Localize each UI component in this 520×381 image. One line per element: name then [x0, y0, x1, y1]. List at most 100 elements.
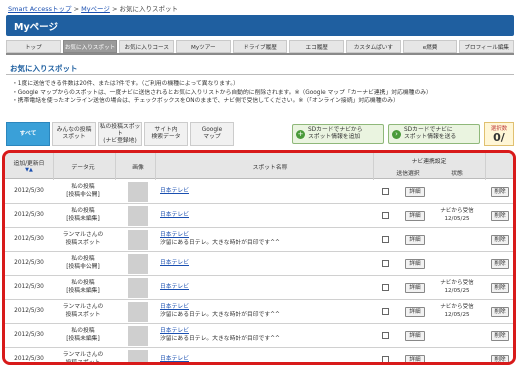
- row-source: 私の投稿 [投稿未編集]: [55, 208, 111, 223]
- spot-thumbnail[interactable]: [128, 230, 148, 250]
- filter-google-maps[interactable]: Google マップ: [190, 122, 234, 146]
- spot-name-link[interactable]: 日本テレビ: [160, 260, 365, 268]
- row-source-owner: ランマルさんの: [62, 232, 104, 238]
- sd-add-label: SDカードでナビから スポット情報を追加: [308, 127, 363, 140]
- spot-thumbnail[interactable]: [128, 350, 148, 362]
- row-spot-name: 日本テレビ 汐留にある日テレ。大きな時計が目印です^^: [160, 304, 365, 319]
- filter-my-posts[interactable]: 私の投稿スポット (ナビ登録地): [98, 122, 142, 146]
- detail-button[interactable]: 詳細: [405, 283, 425, 293]
- delete-button[interactable]: 削除: [491, 283, 509, 293]
- spot-thumbnail[interactable]: [128, 182, 148, 202]
- delete-button[interactable]: 削除: [491, 259, 509, 269]
- filter-all[interactable]: すべて: [6, 122, 50, 146]
- send-checkbox[interactable]: [382, 308, 389, 315]
- delete-button[interactable]: 削除: [491, 331, 509, 341]
- row-spot-name: 日本テレビ 汐留にある日テレ。大きな時計が目印です^^: [160, 232, 365, 247]
- breadcrumb-home-link[interactable]: Smart Accessトップ: [8, 5, 71, 13]
- sd-add-button[interactable]: + SDカードでナビから スポット情報を追加: [292, 124, 384, 144]
- delete-button[interactable]: 削除: [491, 307, 509, 317]
- tab-drive-history[interactable]: ドライブ履歴: [232, 40, 288, 53]
- detail-button[interactable]: 詳細: [405, 355, 425, 362]
- table-row: 2012/5/30 私の投稿 [投稿非公開] 日本テレビ 詳細 削除: [5, 180, 513, 204]
- status-date: 12/05/25: [444, 311, 470, 318]
- filter-site-search[interactable]: サイト内 検索データ: [144, 122, 188, 146]
- row-date: 2012/5/30: [14, 236, 44, 242]
- row-source: 私の投稿 [投稿非公開]: [55, 184, 111, 199]
- row-source: 私の投稿 [投稿非公開]: [55, 256, 111, 271]
- row-status: ナビから受信 12/05/25: [435, 304, 479, 319]
- header-date: 追加/更新日: [13, 161, 45, 167]
- spot-thumbnail[interactable]: [128, 302, 148, 322]
- row-spot-name: 日本テレビ: [160, 356, 365, 362]
- row-source-type: 投稿スポット: [65, 359, 101, 365]
- row-spot-name: 日本テレビ: [160, 188, 365, 196]
- detail-button[interactable]: 詳細: [405, 235, 425, 245]
- row-source-type: [投稿非公開]: [66, 263, 100, 270]
- tab-e-nenpi[interactable]: e燃費: [402, 40, 458, 53]
- table-row: 2012/5/30 ランマルさんの 投稿スポット 日本テレビ 汐留にある日テレ。大きな時…: [5, 300, 513, 324]
- detail-button[interactable]: 詳細: [405, 259, 425, 269]
- row-source: ランマルさんの 投稿スポット: [55, 232, 111, 247]
- table-row: 2012/5/30 私の投稿 [投稿非公開] 日本テレビ 詳細 削除: [5, 252, 513, 276]
- tab-top[interactable]: トップ: [6, 40, 61, 53]
- send-checkbox[interactable]: [382, 284, 389, 291]
- detail-button[interactable]: 詳細: [405, 331, 425, 341]
- row-source-type: 投稿スポット: [65, 239, 101, 246]
- table-header: 追加/更新日 ▼▲ データ元 画像 スポット名称 ナビ連携設定 送信選択 状態: [5, 153, 513, 179]
- sd-send-button[interactable]: › SDカードでナビに スポット情報を送る: [388, 124, 480, 144]
- row-source-owner: ランマルさんの: [62, 352, 104, 358]
- breadcrumb: Smart Accessトップ > Myページ > お気に入りスポット: [8, 3, 178, 13]
- row-source: 私の投稿 [投稿未編集]: [55, 280, 111, 295]
- status-date: 12/05/25: [444, 287, 470, 294]
- send-checkbox[interactable]: [382, 332, 389, 339]
- delete-button[interactable]: 削除: [491, 211, 509, 221]
- sort-icon[interactable]: ▼▲: [9, 167, 49, 173]
- row-date: 2012/5/30: [14, 308, 44, 314]
- selected-count-box: 選択数 0/: [484, 122, 514, 146]
- breadcrumb-separator: >: [73, 5, 80, 13]
- send-checkbox[interactable]: [382, 260, 389, 267]
- detail-button[interactable]: 詳細: [405, 187, 425, 197]
- tab-favorite-spots[interactable]: お気に入りスポット: [62, 40, 118, 53]
- tab-favorite-courses[interactable]: お気に入りコース: [119, 40, 175, 53]
- spot-thumbnail[interactable]: [128, 326, 148, 346]
- header-status: 状態: [451, 171, 463, 177]
- row-spot-name: 日本テレビ: [160, 212, 365, 220]
- row-spot-name: 日本テレビ: [160, 284, 365, 292]
- row-spot-name: 日本テレビ: [160, 260, 365, 268]
- notice-item: ・1度に送信できる件数は20件、または?件です。（ご利用の機種によって異なります…: [12, 81, 239, 87]
- spot-thumbnail[interactable]: [128, 278, 148, 298]
- send-checkbox[interactable]: [382, 236, 389, 243]
- row-date: 2012/5/30: [14, 188, 44, 194]
- spot-name-link[interactable]: 日本テレビ: [160, 356, 365, 362]
- delete-button[interactable]: 削除: [491, 187, 509, 197]
- row-source-type: [投稿未編集]: [66, 215, 100, 222]
- tab-profile-edit[interactable]: プロフィール編集: [459, 40, 515, 53]
- delete-button[interactable]: 削除: [491, 355, 509, 362]
- row-source-owner: ランマルさんの: [62, 304, 104, 310]
- table-row: 2012/5/30 ランマルさんの 投稿スポット 日本テレビ 汐留にある日テレ。大きな時…: [5, 228, 513, 252]
- spot-name-link[interactable]: 日本テレビ: [160, 304, 365, 312]
- spot-thumbnail[interactable]: [128, 206, 148, 226]
- spot-name-link[interactable]: 日本テレビ: [160, 328, 365, 336]
- spot-name-link[interactable]: 日本テレビ: [160, 232, 365, 240]
- send-checkbox[interactable]: [382, 212, 389, 219]
- detail-button[interactable]: 詳細: [405, 211, 425, 221]
- spot-thumbnail[interactable]: [128, 254, 148, 274]
- send-checkbox[interactable]: [382, 356, 389, 362]
- table-row: 2012/5/30 私の投稿 [投稿未編集] 日本テレビ 汐留にある日テレ。大きな時計が…: [5, 324, 513, 348]
- send-checkbox[interactable]: [382, 188, 389, 195]
- delete-button[interactable]: 削除: [491, 235, 509, 245]
- detail-button[interactable]: 詳細: [405, 307, 425, 317]
- breadcrumb-mypage-link[interactable]: Myページ: [81, 5, 110, 13]
- tab-custom[interactable]: カスタムぱいす: [346, 40, 401, 53]
- filter-public-posts[interactable]: みんなの投稿 スポット: [52, 122, 96, 146]
- row-source-owner: 私の投稿: [71, 256, 95, 262]
- row-source: ランマルさんの 投稿スポット: [55, 352, 111, 365]
- tab-my-tour[interactable]: Myツアー: [176, 40, 231, 53]
- row-source: ランマルさんの 投稿スポット: [55, 304, 111, 319]
- spot-name-link[interactable]: 日本テレビ: [160, 212, 365, 220]
- spot-name-link[interactable]: 日本テレビ: [160, 188, 365, 196]
- tab-eco-history[interactable]: エコ履歴: [289, 40, 345, 53]
- spot-name-link[interactable]: 日本テレビ: [160, 284, 365, 292]
